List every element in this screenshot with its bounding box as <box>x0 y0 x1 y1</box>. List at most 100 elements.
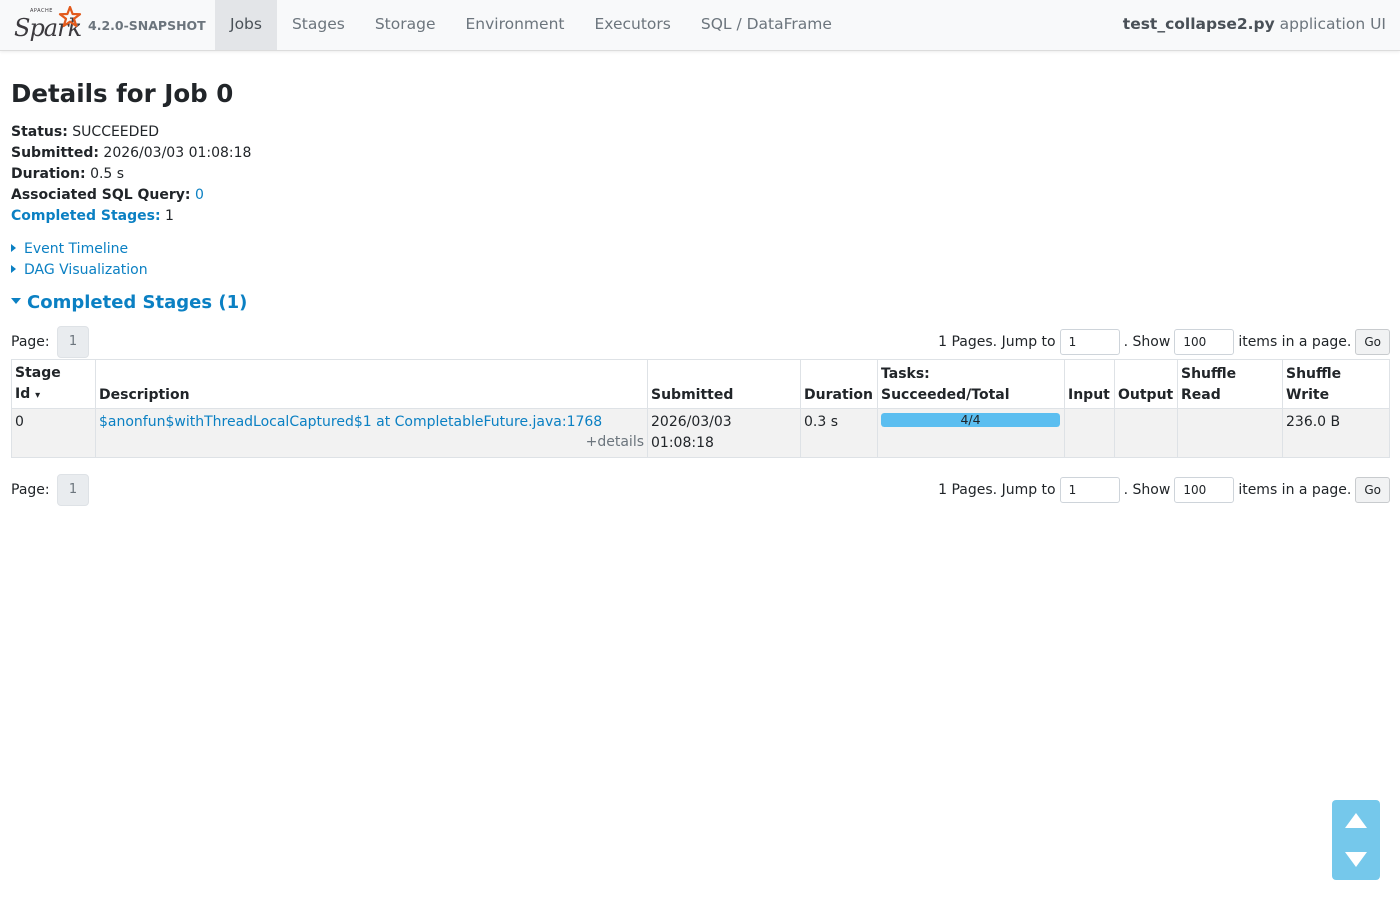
submitted-time: 01:08:18 <box>651 435 714 451</box>
event-timeline-label: Event Timeline <box>24 241 129 257</box>
tab-jobs[interactable]: Jobs <box>215 0 277 50</box>
tab-sql-dataframe[interactable]: SQL / DataFrame <box>686 0 847 50</box>
completed-stages-value: 1 <box>165 208 174 224</box>
page-label: Page: <box>11 334 50 350</box>
caret-right-icon <box>11 244 16 252</box>
show-text: . Show <box>1123 334 1171 350</box>
col-tasks-line1: Tasks: <box>881 366 930 382</box>
navbar: APACHE Spark 4.2.0-SNAPSHOT Jobs Stages … <box>0 0 1400 51</box>
jump-to-page-input[interactable] <box>1059 329 1120 355</box>
status-value: SUCCEEDED <box>72 124 160 140</box>
page-button-1[interactable]: 1 <box>57 474 90 506</box>
status-label: Status: <box>11 124 68 140</box>
tab-storage[interactable]: Storage <box>360 0 451 50</box>
duration-label: Duration: <box>11 166 86 182</box>
details-toggle[interactable]: +details <box>99 433 644 451</box>
status-row: Status: SUCCEEDED <box>11 122 251 143</box>
col-shuffle-read-line1: Shuffle <box>1181 366 1237 382</box>
col-input[interactable]: Input <box>1064 359 1115 409</box>
submitted-date: 2026/03/03 <box>651 414 732 430</box>
sql-query-row: Associated SQL Query: 0 <box>11 185 251 206</box>
cell-shuffle-write: 236.0 B <box>1282 408 1390 458</box>
cell-submitted: 2026/03/03 01:08:18 <box>647 408 801 458</box>
col-output[interactable]: Output <box>1114 359 1178 409</box>
pagination-top: Page: 1 1 Pages. Jump to . Show items in… <box>11 326 1390 358</box>
sort-desc-icon: ▾ <box>35 390 41 401</box>
col-shuffle-write[interactable]: Shuffle Write <box>1282 359 1390 409</box>
items-text: items in a page. <box>1238 334 1352 350</box>
col-stage-id-line1: Stage <box>15 365 61 381</box>
completed-stages-section-title: Completed Stages (1) <box>27 292 248 313</box>
completed-stages-section-toggle[interactable]: Completed Stages (1) <box>11 292 247 313</box>
spark-star-icon <box>58 6 82 28</box>
page-label: Page: <box>11 482 50 498</box>
table-header-row: Stage Id ▾ Description Submitted Duratio… <box>11 359 1390 409</box>
completed-stages-link[interactable]: Completed Stages: <box>11 208 161 224</box>
cell-output <box>1114 408 1178 458</box>
tab-executors[interactable]: Executors <box>579 0 685 50</box>
event-timeline-toggle[interactable]: Event Timeline <box>11 241 128 257</box>
page-title: Details for Job 0 <box>11 79 234 108</box>
jump-to-page-input[interactable] <box>1059 477 1120 503</box>
submitted-row: Submitted: 2026/03/03 01:08:18 <box>11 143 251 164</box>
go-button[interactable]: Go <box>1355 329 1390 355</box>
app-title: test_collapse2.py application UI <box>1123 15 1386 33</box>
completed-stages-row: Completed Stages: 1 <box>11 206 251 227</box>
dag-visualization-toggle[interactable]: DAG Visualization <box>11 262 148 278</box>
pages-text: 1 Pages. Jump to <box>938 334 1056 350</box>
scroll-to-top-button[interactable] <box>1332 800 1380 840</box>
col-shuffle-write-line1: Shuffle <box>1286 366 1342 382</box>
col-shuffle-read[interactable]: Shuffle Read <box>1177 359 1283 409</box>
submitted-value: 2026/03/03 01:08:18 <box>103 145 252 161</box>
col-stage-id-line2: Id <box>15 386 31 402</box>
pages-text: 1 Pages. Jump to <box>938 482 1056 498</box>
cell-stage-id: 0 <box>11 408 96 458</box>
triangle-up-icon <box>1345 813 1367 828</box>
submitted-label: Submitted: <box>11 145 99 161</box>
col-submitted[interactable]: Submitted <box>647 359 801 409</box>
caret-right-icon <box>11 265 16 273</box>
stage-description-link[interactable]: $anonfun$withThreadLocalCaptured$1 at Co… <box>99 414 602 430</box>
tasks-progress-bar: 4/4 <box>881 413 1060 427</box>
items-text: items in a page. <box>1238 482 1352 498</box>
app-name: test_collapse2.py <box>1122 15 1275 33</box>
tab-stages[interactable]: Stages <box>277 0 360 50</box>
cell-input <box>1064 408 1115 458</box>
sql-query-label: Associated SQL Query: <box>11 187 191 203</box>
spark-version: 4.2.0-SNAPSHOT <box>88 18 206 33</box>
page-controls: 1 Pages. Jump to . Show items in a page.… <box>938 326 1390 358</box>
table-row: 0 $anonfun$withThreadLocalCaptured$1 at … <box>11 408 1390 458</box>
triangle-down-icon <box>1345 852 1367 867</box>
col-shuffle-write-line2: Write <box>1286 387 1330 403</box>
page-nav: Page: 1 <box>11 474 90 506</box>
page-button-1[interactable]: 1 <box>57 326 90 358</box>
dag-visualization-label: DAG Visualization <box>24 262 148 278</box>
job-summary: Status: SUCCEEDED Submitted: 2026/03/03 … <box>11 122 251 227</box>
page-size-input[interactable] <box>1174 477 1235 503</box>
go-button[interactable]: Go <box>1355 477 1390 503</box>
page-controls: 1 Pages. Jump to . Show items in a page.… <box>938 474 1390 506</box>
col-shuffle-read-line2: Read <box>1181 387 1221 403</box>
col-duration[interactable]: Duration <box>800 359 878 409</box>
completed-stages-table: Stage Id ▾ Description Submitted Duratio… <box>11 359 1390 458</box>
col-stage-id[interactable]: Stage Id ▾ <box>11 359 96 409</box>
tab-environment[interactable]: Environment <box>451 0 580 50</box>
cell-duration: 0.3 s <box>800 408 878 458</box>
cell-shuffle-read <box>1177 408 1283 458</box>
scroll-to-bottom-button[interactable] <box>1332 840 1380 880</box>
show-text: . Show <box>1123 482 1171 498</box>
page-size-input[interactable] <box>1174 329 1235 355</box>
duration-value: 0.5 s <box>90 166 125 182</box>
nav-tabs: Jobs Stages Storage Environment Executor… <box>215 0 847 50</box>
col-description[interactable]: Description <box>95 359 648 409</box>
sql-query-link[interactable]: 0 <box>195 187 204 203</box>
cell-tasks: 4/4 <box>877 408 1065 458</box>
tasks-progress-text: 4/4 <box>960 413 981 427</box>
cell-description: $anonfun$withThreadLocalCaptured$1 at Co… <box>95 408 648 458</box>
app-suffix: application UI <box>1279 15 1386 33</box>
caret-down-icon <box>11 298 21 304</box>
col-tasks[interactable]: Tasks: Succeeded/Total <box>877 359 1065 409</box>
col-tasks-line2: Succeeded/Total <box>881 387 1010 403</box>
page-nav: Page: 1 <box>11 326 90 358</box>
scroll-widget <box>1332 800 1380 880</box>
